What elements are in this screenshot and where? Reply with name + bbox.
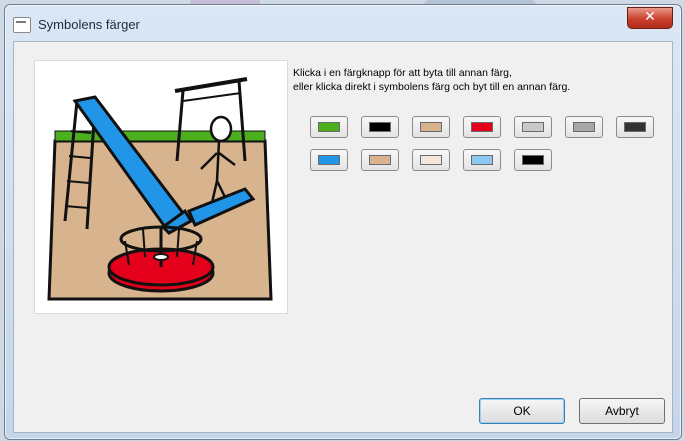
dialog-content: Klicka i en färgknapp för att byta till … [13, 41, 673, 433]
color-swatch-button[interactable] [616, 116, 654, 138]
close-icon: ✕ [644, 9, 656, 25]
instruction-line-1: Klicka i en färgknapp för att byta till … [293, 67, 512, 79]
ok-button[interactable]: OK [479, 398, 565, 424]
symbol-colors-dialog: Symbolens färger ✕ Klicka i en färgknapp… [4, 4, 682, 440]
color-chip [624, 122, 646, 132]
color-chip [318, 155, 340, 165]
title-bar[interactable]: Symbolens färger ✕ [5, 5, 681, 41]
color-chip [318, 122, 340, 132]
color-chip [369, 122, 391, 132]
carousel-center [153, 253, 169, 261]
cancel-button[interactable]: Avbryt [579, 398, 665, 424]
color-swatch-button[interactable] [361, 149, 399, 171]
color-swatch-button[interactable] [514, 149, 552, 171]
swing-top-bar [174, 77, 248, 93]
color-chip [420, 155, 442, 165]
color-chip [471, 122, 493, 132]
window-app-icon [13, 17, 31, 33]
close-button[interactable]: ✕ [627, 7, 673, 29]
color-swatch-button[interactable] [463, 116, 501, 138]
child-head [209, 115, 233, 143]
swing-crossbar [182, 92, 242, 102]
color-swatch-button[interactable] [463, 149, 501, 171]
color-swatch-button[interactable] [310, 149, 348, 171]
playground-symbol-image [47, 77, 273, 301]
color-swatch-button[interactable] [412, 149, 450, 171]
color-chip [471, 155, 493, 165]
window-title: Symbolens färger [38, 17, 140, 32]
color-chip [369, 155, 391, 165]
color-swatch-button[interactable] [514, 116, 552, 138]
color-swatch-button[interactable] [565, 116, 603, 138]
instruction-text: Klicka i en färgknapp för att byta till … [293, 66, 570, 94]
color-chip [573, 122, 595, 132]
instruction-line-2: eller klicka direkt i symbolens färg och… [293, 81, 571, 93]
color-chip [522, 155, 544, 165]
color-swatch-button[interactable] [361, 116, 399, 138]
symbol-preview[interactable] [34, 60, 288, 314]
color-chip [522, 122, 544, 132]
color-swatch-button[interactable] [412, 116, 450, 138]
color-chip [420, 122, 442, 132]
color-swatch-button[interactable] [310, 116, 348, 138]
